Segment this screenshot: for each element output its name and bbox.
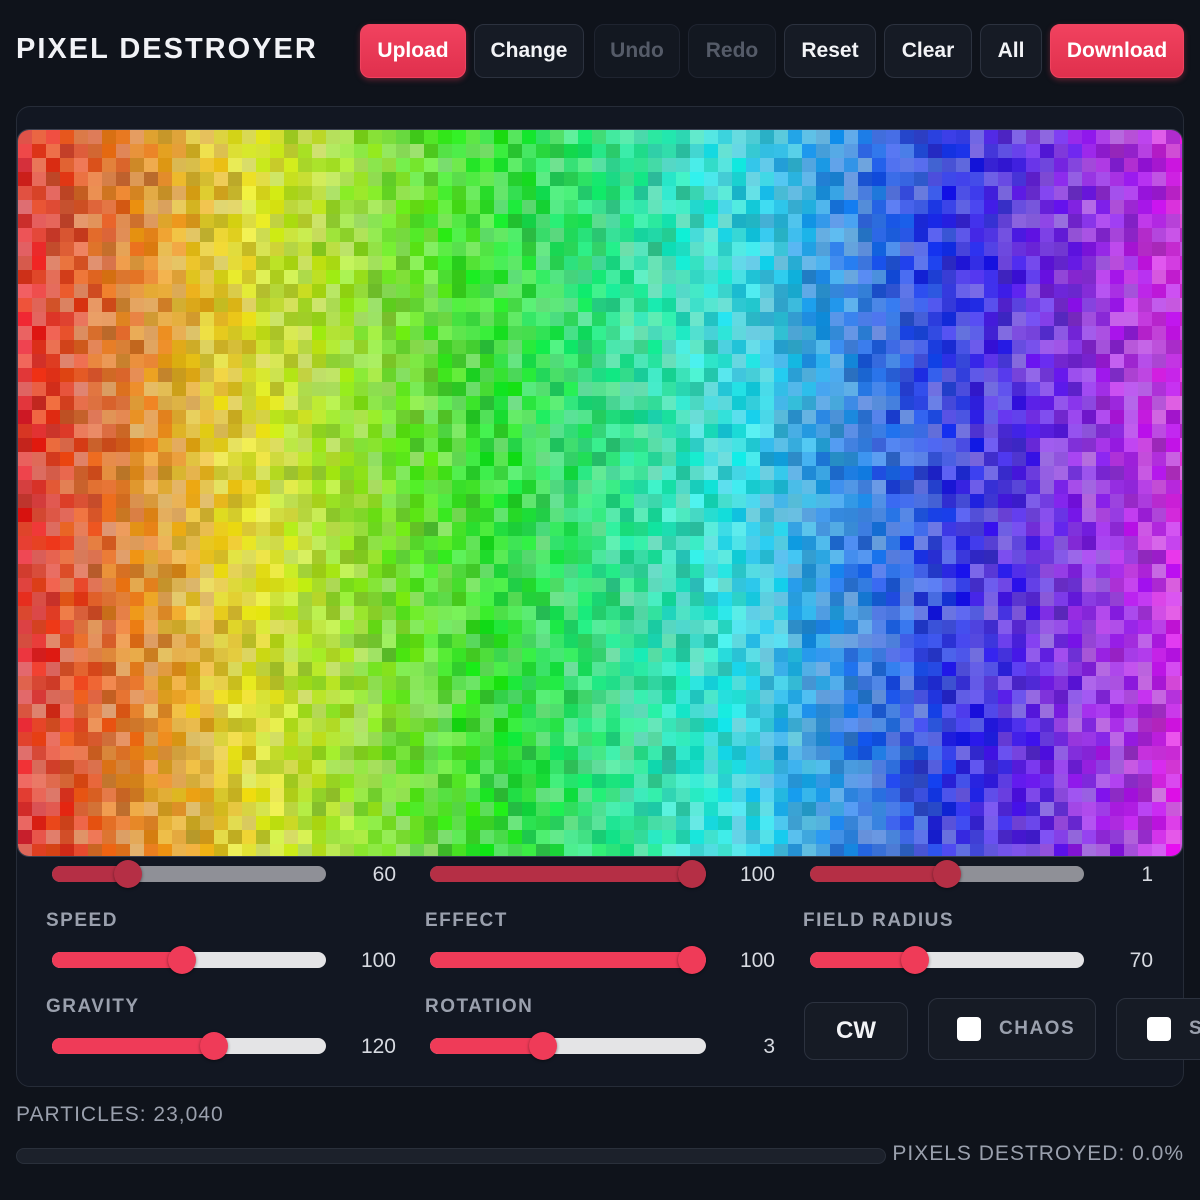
change-button[interactable]: Change	[474, 24, 584, 78]
speed-value: 100	[360, 949, 396, 972]
clear-button[interactable]: Clear	[884, 24, 972, 78]
cut-off-checkbox[interactable]	[1147, 1017, 1171, 1041]
undo-button[interactable]: Undo	[594, 24, 680, 78]
rotation-direction-button[interactable]: CW	[804, 1002, 908, 1060]
reset-button[interactable]: Reset	[784, 24, 876, 78]
slider-top-1[interactable]	[52, 860, 326, 888]
slider-top-3[interactable]	[810, 860, 1084, 888]
rotation-label: ROTATION	[425, 996, 534, 1017]
download-button[interactable]: Download	[1050, 24, 1184, 78]
effect-slider[interactable]	[430, 946, 706, 974]
speed-slider[interactable]	[52, 946, 326, 974]
speed-label: SPEED	[46, 910, 118, 931]
pixel-canvas[interactable]	[17, 129, 1183, 857]
slider-top-2[interactable]	[430, 860, 706, 888]
chaos-toggle[interactable]: CHAOS	[928, 998, 1096, 1060]
workspace-panel	[16, 106, 1184, 1087]
effect-value: 100	[739, 949, 775, 972]
chaos-label: CHAOS	[999, 1018, 1076, 1039]
pixels-destroyed: PIXELS DESTROYED: 0.0%	[892, 1142, 1184, 1165]
effect-label: EFFECT	[425, 910, 508, 931]
field-radius-value: 70	[1129, 949, 1153, 972]
all-button[interactable]: All	[980, 24, 1042, 78]
gravity-label: GRAVITY	[46, 996, 140, 1017]
upload-button[interactable]: Upload	[360, 24, 466, 78]
cut-toggle-clip: S	[1116, 998, 1200, 1060]
redo-button[interactable]: Redo	[688, 24, 776, 78]
particles-count: PARTICLES: 23,040	[16, 1103, 224, 1126]
field-radius-label: FIELD RADIUS	[803, 910, 954, 931]
rotation-slider[interactable]	[430, 1032, 706, 1060]
pixel-canvas-image	[18, 130, 1182, 856]
gravity-slider[interactable]	[52, 1032, 326, 1060]
app-title: PIXEL DESTROYER	[16, 33, 318, 65]
chaos-checkbox[interactable]	[957, 1017, 981, 1041]
slider-top-1-value: 60	[372, 863, 396, 886]
slider-top-3-value: 1	[1141, 863, 1153, 886]
gravity-value: 120	[360, 1035, 396, 1058]
slider-top-2-value: 100	[739, 863, 775, 886]
destroy-progress-bar	[16, 1148, 886, 1164]
cut-off-toggle[interactable]: S	[1116, 998, 1200, 1060]
cut-off-toggle-label: S	[1189, 1018, 1200, 1039]
rotation-value: 3	[763, 1035, 775, 1058]
field-radius-slider[interactable]	[810, 946, 1084, 974]
